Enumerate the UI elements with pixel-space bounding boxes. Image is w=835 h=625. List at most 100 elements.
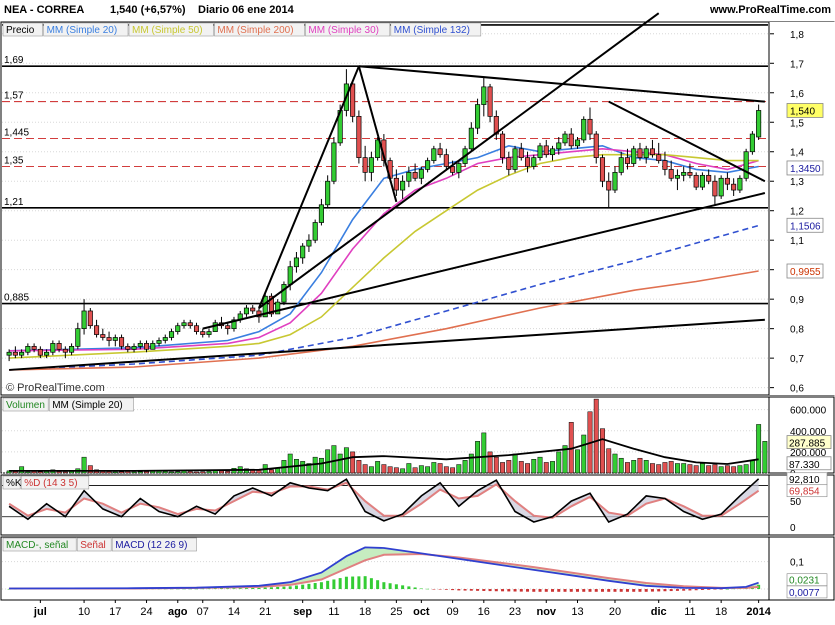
macd-histogram-bar [713,589,717,590]
volume-bar [356,460,362,474]
macd-histogram-bar [226,588,230,590]
legend-item: Señal [76,537,112,552]
candle [749,131,755,155]
price-badge: 1,3450 [786,160,824,176]
macd-histogram-bar [307,583,311,590]
macd-histogram-bar [625,589,629,592]
x-axis-label: sep [293,606,312,618]
volume-bar [450,467,456,474]
x-axis-label: 18 [359,606,371,618]
price-axis-label: 0,9 [790,295,804,306]
svg-text:MM (Simple 20): MM (Simple 20) [52,400,123,411]
x-axis-label: 21 [259,606,271,618]
level-label: 1,35 [4,155,24,166]
period-label: Diario [198,4,229,16]
candle [487,83,493,123]
volume-bar [431,462,437,474]
volume-axis-label: 600.000 [790,406,827,417]
price-axis-label: 1,4 [790,148,804,159]
stoch-badge: 92,810 [786,472,828,486]
volume-bar [625,462,630,474]
volume-bar [187,471,193,474]
price-axis-label: 0,8 [790,325,804,336]
macd-histogram-bar [251,588,255,590]
volume-bar [550,461,555,474]
legend-item: MM (Simple 50) [128,22,214,37]
volume-bar [487,451,493,474]
macd-histogram-bar [551,589,555,592]
macd-histogram-bar [357,576,361,590]
volume-bar [606,448,612,474]
volume-bar [462,460,468,474]
macd-histogram-bar [476,589,480,591]
macd-histogram-bar [694,589,698,591]
svg-text:MM (Simple 200): MM (Simple 200) [217,25,293,36]
macd-histogram-bar [376,580,380,590]
macd-histogram-bar [569,589,573,592]
x-axis-label: 20 [609,606,621,618]
volume-badge: 287.885 [786,435,832,450]
volume-bar [406,463,412,474]
volume-bar [518,461,524,474]
macd-histogram-bar [394,584,398,590]
macd-histogram-bar [488,589,492,592]
volume-badge: 87.330 [786,456,832,471]
price-axis-label: 1,7 [790,59,804,70]
level-label: 1,21 [4,197,24,208]
volume-bar [269,469,274,474]
price-badge: 0,9955 [786,263,824,279]
volume-bar [581,434,587,474]
svg-text:287.885: 287.885 [789,439,826,450]
volume-bar [637,457,643,474]
macd-histogram-bar [407,586,411,590]
macd-histogram-bar [363,576,367,590]
candle [718,175,724,199]
svg-text:MM (Simple 30): MM (Simple 30) [308,25,379,36]
x-axis-label: oct [413,606,430,618]
macd-histogram-bar [444,589,448,590]
volume-bar [206,471,212,474]
svg-text:69,854: 69,854 [789,487,820,498]
macd-histogram-bar [282,586,286,590]
x-axis-label: 07 [197,606,209,618]
ticker-label: NEA - CORREA [4,4,84,16]
candle [87,308,93,329]
macd-histogram-bar [532,589,536,592]
legend-item: %D (14 3 5) [20,475,90,490]
macd-histogram-bar [219,588,223,590]
volume-bar [731,466,737,474]
macd-histogram-bar [650,589,654,592]
macd-histogram-bar [669,589,673,592]
macd-histogram-bar [501,589,505,592]
volume-bar [387,466,393,474]
volume-bar [350,451,356,474]
price-axis-label: 1,3 [790,177,804,188]
volume-bar [668,461,674,474]
volume-bar [381,464,387,474]
level-label: 1,69 [4,55,24,66]
volume-bar [706,465,712,474]
macd-histogram-bar [388,583,392,590]
price-axis-label: 1,5 [790,118,804,129]
volume-bar [712,464,718,474]
site-label: www.ProRealTime.com [709,4,831,16]
macd-histogram-bar [613,589,617,592]
macd-histogram-bar [294,585,298,590]
volume-bar [674,463,680,474]
x-axis-label: 10 [78,606,90,618]
volume-bar [343,447,349,474]
x-axis-label: 14 [228,606,240,618]
x-axis-label: 13 [571,606,583,618]
x-axis-label: 11 [684,606,695,618]
candle [512,145,518,173]
macd-histogram-bar [326,580,330,590]
candle [699,172,705,191]
volume-bar [131,471,137,474]
legend-item: %K [2,475,22,490]
price-axis-label: 1,6 [790,89,804,100]
volume-bar [612,453,618,474]
volume-bar [400,468,406,474]
volume-bar [194,471,199,474]
volume-bar [756,424,762,474]
macd-histogram-bar [451,589,455,591]
